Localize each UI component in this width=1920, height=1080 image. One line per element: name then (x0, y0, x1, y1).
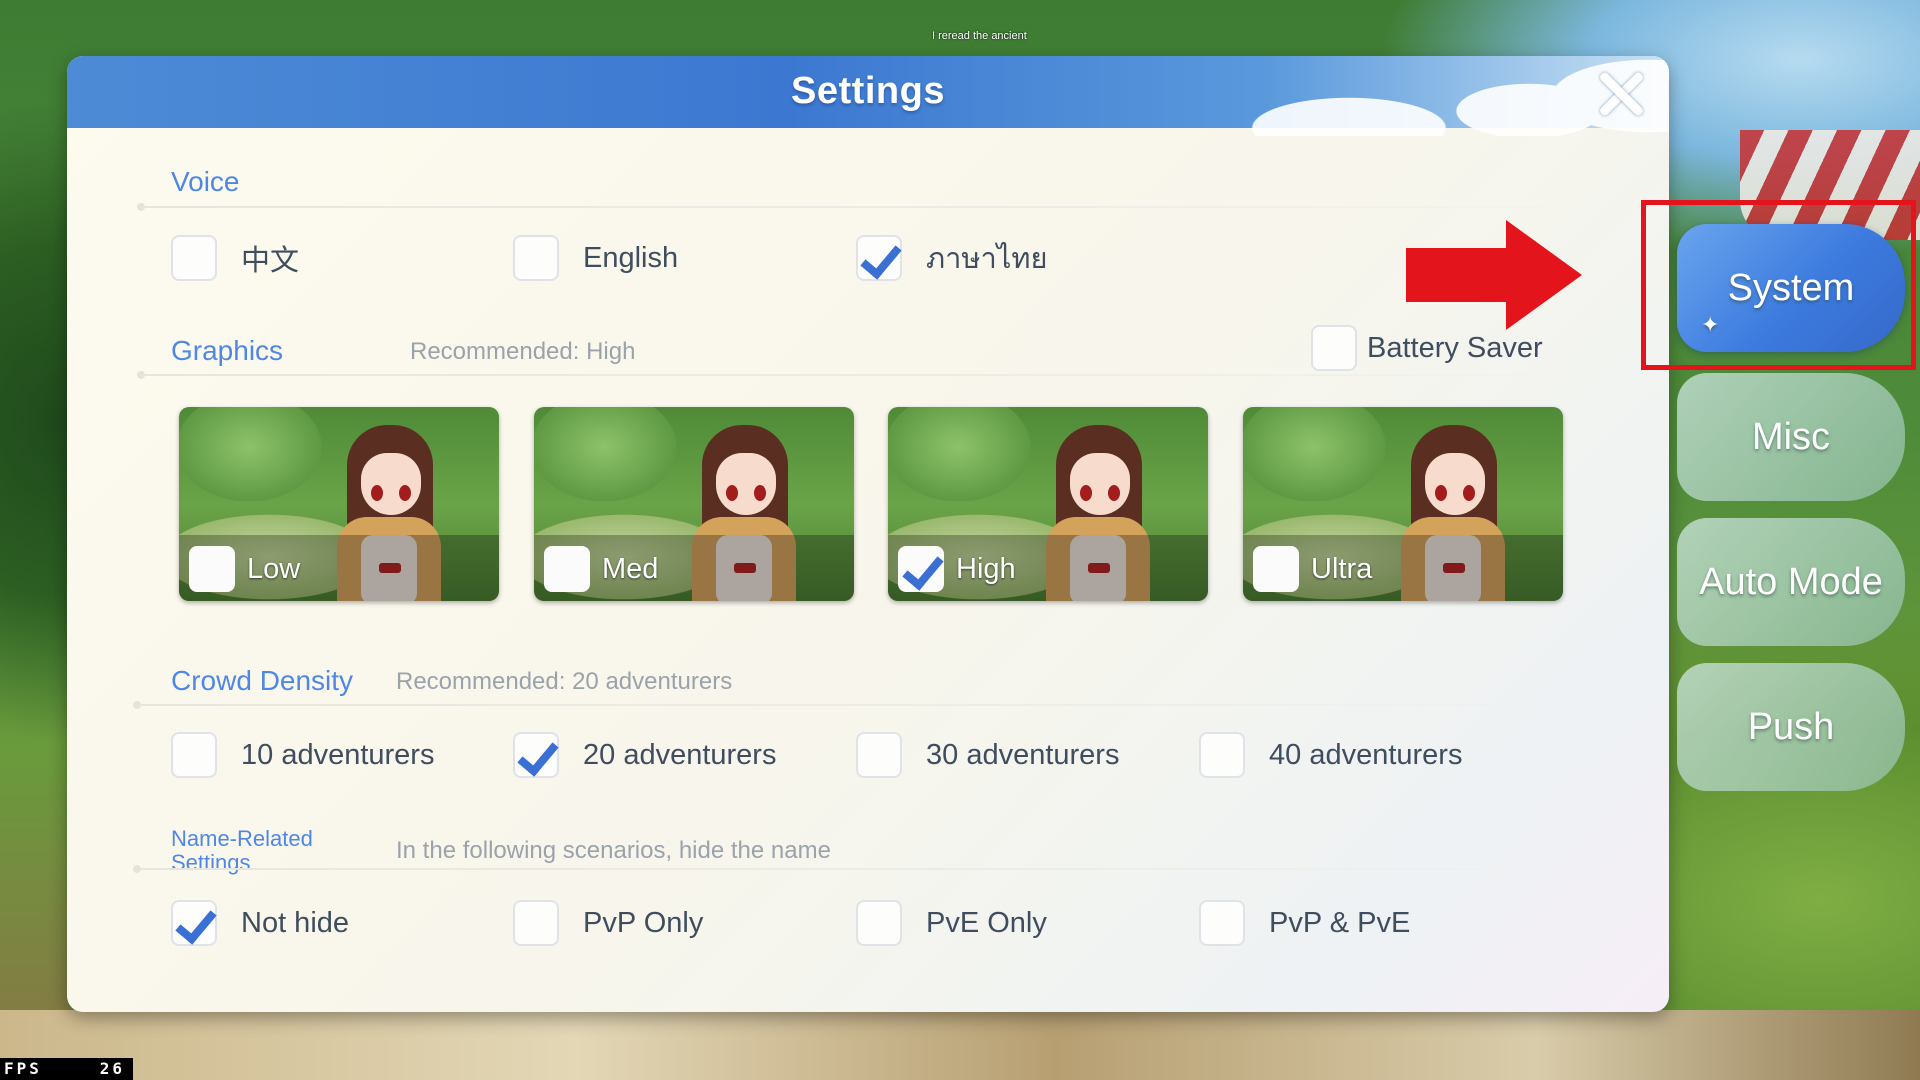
name-option-pvp-only[interactable]: PvP Only (513, 899, 703, 947)
name-divider (133, 865, 1641, 873)
dialog-title: Settings (791, 70, 945, 112)
graphics-divider (137, 371, 1645, 379)
crowd-option-20[interactable]: 20 adventurers (513, 731, 776, 779)
fps-label: FPS (4, 1059, 42, 1078)
option-label: English (583, 241, 679, 274)
graphics-card-med[interactable]: Med (534, 407, 854, 601)
option-label: 中文 (241, 245, 300, 277)
name-description: In the following scenarios, hide the nam… (396, 837, 831, 864)
name-option-pve-only[interactable]: PvE Only (856, 899, 1047, 947)
crowd-option-30[interactable]: 30 adventurers (856, 731, 1119, 779)
tab-label: Push (1747, 705, 1835, 748)
checkbox[interactable] (898, 546, 944, 592)
graphics-option-low[interactable]: Low (189, 545, 300, 593)
option-label: ภาษาไทย (926, 243, 1048, 275)
checkbox[interactable] (1253, 546, 1299, 592)
crowd-recommendation: Recommended: 20 adventurers (396, 668, 733, 695)
checkbox[interactable] (513, 900, 559, 946)
crowd-section-title: Crowd Density (171, 665, 354, 696)
voice-option-english[interactable]: English (513, 234, 678, 282)
option-label: 40 adventurers (1269, 738, 1463, 771)
name-option-not-hide[interactable]: Not hide (171, 899, 349, 947)
option-label: Battery Saver (1367, 331, 1543, 364)
option-label: Low (247, 552, 301, 585)
checkbox[interactable] (513, 732, 559, 778)
fps-value: 26 (99, 1059, 125, 1078)
option-label: Ultra (1311, 552, 1373, 585)
voice-option-chinese[interactable]: 中文 (171, 234, 299, 282)
tab-push[interactable]: Push (1677, 663, 1905, 791)
checkbox[interactable] (1199, 900, 1245, 946)
settings-dialog: Settings Voice 中文 English ภาษาไทย Graphi… (67, 56, 1669, 1012)
close-icon[interactable] (1593, 66, 1649, 122)
checkbox[interactable] (171, 235, 217, 281)
tab-misc[interactable]: Misc (1677, 373, 1905, 501)
graphics-card-low[interactable]: Low (179, 407, 499, 601)
checkbox[interactable] (856, 732, 902, 778)
tab-auto-mode[interactable]: Auto Mode (1677, 518, 1905, 646)
red-arrow-icon (1406, 220, 1582, 330)
option-label: PvE Only (926, 906, 1047, 939)
graphics-option-high[interactable]: High (898, 545, 1016, 593)
checkbox[interactable] (171, 732, 217, 778)
option-label: High (956, 552, 1016, 585)
option-label: PvP & PvE (1269, 906, 1411, 939)
graphics-card-ultra[interactable]: Ultra (1243, 407, 1563, 601)
highlight-annotation-box (1641, 200, 1916, 370)
checkbox[interactable] (513, 235, 559, 281)
checkbox[interactable] (544, 546, 590, 592)
graphics-section-title: Graphics (171, 335, 284, 366)
checkbox[interactable] (856, 900, 902, 946)
crowd-divider (133, 701, 1641, 709)
voice-section-title: Voice (171, 166, 240, 197)
crowd-option-10[interactable]: 10 adventurers (171, 731, 434, 779)
battery-saver-toggle[interactable]: Battery Saver (1311, 324, 1543, 372)
graphics-card-high[interactable]: High (888, 407, 1208, 601)
option-label: 30 adventurers (926, 738, 1120, 771)
option-label: 10 adventurers (241, 738, 435, 771)
graphics-option-ultra[interactable]: Ultra (1253, 545, 1372, 593)
option-label: Not hide (241, 906, 350, 939)
tab-label: Misc (1751, 415, 1831, 458)
option-label: PvP Only (583, 906, 704, 939)
name-option-pvp-pve[interactable]: PvP & PvE (1199, 899, 1410, 947)
name-section-title-line1: Name-Related (171, 826, 313, 851)
voice-option-thai[interactable]: ภาษาไทย (856, 234, 1048, 282)
checkbox[interactable] (189, 546, 235, 592)
voice-divider (137, 203, 1645, 211)
ground-path (0, 1010, 1920, 1080)
fps-counter: FPS 26 (0, 1058, 133, 1080)
name-section-title-line2: Settings (171, 850, 251, 875)
npc-speech-text: I reread the ancient (932, 30, 1027, 42)
option-label: Med (602, 552, 659, 585)
graphics-recommendation: Recommended: High (410, 338, 636, 365)
option-label: 20 adventurers (583, 738, 777, 771)
tab-label: Auto Mode (1699, 560, 1883, 603)
checkbox[interactable] (1199, 732, 1245, 778)
crowd-option-40[interactable]: 40 adventurers (1199, 731, 1462, 779)
checkbox[interactable] (856, 235, 902, 281)
checkbox[interactable] (171, 900, 217, 946)
graphics-option-med[interactable]: Med (544, 545, 658, 593)
checkbox[interactable] (1311, 325, 1357, 371)
